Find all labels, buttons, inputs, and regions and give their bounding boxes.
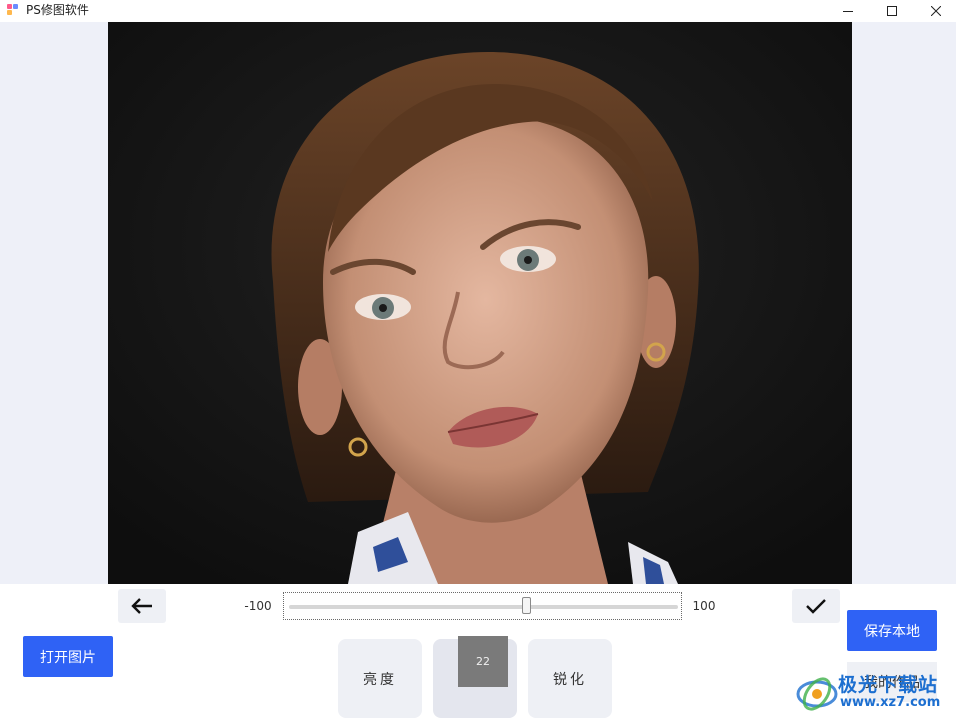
slider-max-label: 100: [692, 599, 716, 613]
close-icon: [931, 6, 941, 16]
back-button[interactable]: [118, 589, 166, 623]
save-local-button[interactable]: 保存本地: [847, 610, 937, 651]
arrow-left-icon: [131, 598, 152, 614]
check-icon: [806, 599, 826, 614]
slider-min-label: -100: [244, 599, 272, 613]
window-title: PS修图软件: [26, 3, 89, 17]
slider-value-tooltip: 22: [458, 636, 508, 687]
maximize-button[interactable]: [870, 0, 914, 22]
adjust-slider[interactable]: [283, 592, 682, 620]
site-watermark: 极光下载站 www.xz7.com: [796, 668, 952, 716]
brightness-tool-button[interactable]: 亮度: [338, 639, 422, 718]
watermark-site-name: 极光下载站: [838, 674, 939, 696]
portrait-photo: [108, 22, 852, 584]
slider-thumb[interactable]: [521, 597, 531, 614]
watermark-url: www.xz7.com: [840, 695, 941, 710]
app-logo-icon: [7, 4, 18, 15]
minimize-icon: [843, 11, 853, 12]
maximize-icon: [887, 6, 897, 16]
sharpen-tool-button[interactable]: 锐化: [528, 639, 612, 718]
confirm-button[interactable]: [792, 589, 840, 623]
slider-track[interactable]: [289, 605, 678, 609]
open-image-button[interactable]: 打开图片: [23, 636, 113, 677]
watermark-logo-icon: [796, 677, 838, 711]
close-button[interactable]: [914, 0, 956, 22]
minimize-button[interactable]: [826, 0, 870, 22]
title-bar: PS修图软件: [0, 0, 956, 22]
